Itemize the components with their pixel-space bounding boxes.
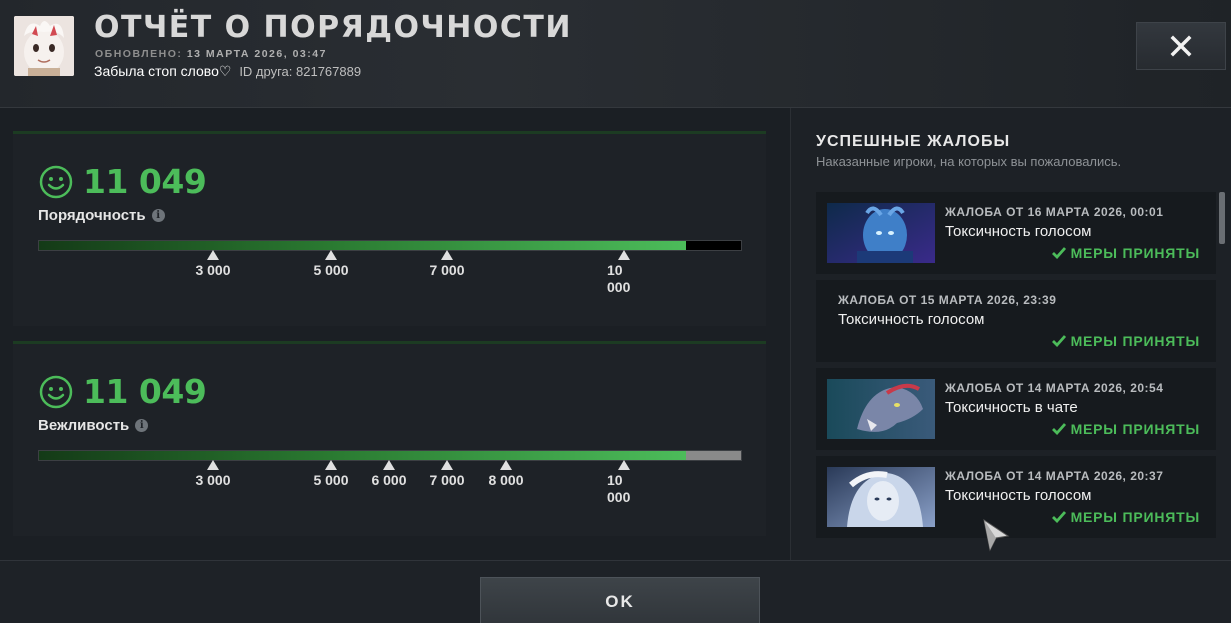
report-card[interactable]: ЖАЛОБА ОТ 14 МАРТА 2026, 20:54 Токсичнос… <box>816 368 1216 450</box>
conduct-tick: 7 000 <box>417 250 477 279</box>
politeness-tick: 7 000 <box>417 460 477 489</box>
checkmark-icon <box>1051 335 1066 347</box>
conduct-panel: 11 049 Порядочность i 3 000 5 000 7 000 … <box>13 131 766 326</box>
avatar[interactable] <box>14 16 74 76</box>
close-icon <box>1170 35 1192 57</box>
reports-subtitle: Наказанные игроки, на которых вы пожалов… <box>816 154 1122 169</box>
report-date: ЖАЛОБА ОТ 15 МАРТА 2026, 23:39 <box>838 293 1057 307</box>
checkmark-icon <box>1051 511 1066 523</box>
reports-panel: УСПЕШНЫЕ ЖАЛОБЫ Наказанные игроки, на ко… <box>790 108 1231 560</box>
report-reason: Токсичность голосом <box>945 223 1092 240</box>
politeness-tick: 5 000 <box>301 460 361 489</box>
politeness-label-row: Вежливость i <box>38 417 149 434</box>
report-status: МЕРЫ ПРИНЯТЫ <box>1051 421 1200 437</box>
conduct-bar-fill <box>39 241 686 250</box>
player-info: Забыла стоп слово♡ ID друга: 821767889 <box>94 63 361 80</box>
report-card[interactable]: ЖАЛОБА ОТ 16 МАРТА 2026, 00:01 Токсичнос… <box>816 192 1216 274</box>
politeness-panel: 11 049 Вежливость i 3 000 5 000 6 000 7 … <box>13 341 766 536</box>
updated-label: ОБНОВЛЕНО: <box>95 48 183 60</box>
updated-time: 13 МАРТА 2026, 03:47 <box>186 48 327 60</box>
report-card[interactable]: ЖАЛОБА ОТ 15 МАРТА 2026, 23:39 Токсичнос… <box>816 280 1216 362</box>
reports-title: УСПЕШНЫЕ ЖАЛОБЫ <box>816 133 1011 150</box>
politeness-tick: 10 000 <box>594 460 654 506</box>
smiley-icon <box>39 375 73 408</box>
conduct-score: 11 049 <box>83 162 207 201</box>
conduct-tick: 3 000 <box>183 250 243 279</box>
info-icon[interactable]: i <box>151 209 165 222</box>
politeness-score-row: 11 049 <box>39 372 207 411</box>
header: ОТЧЁТ О ПОРЯДОЧНОСТИ ОБНОВЛЕНО: 13 МАРТА… <box>0 0 1231 108</box>
report-status: МЕРЫ ПРИНЯТЫ <box>1051 333 1200 349</box>
player-nickname: Забыла стоп слово♡ <box>94 63 232 79</box>
checkmark-icon <box>1051 423 1066 435</box>
report-reason: Токсичность голосом <box>945 487 1092 504</box>
ok-button[interactable]: OK <box>480 577 760 623</box>
close-button[interactable] <box>1136 22 1226 70</box>
hero-portrait <box>827 467 935 527</box>
scrollbar[interactable] <box>1219 192 1225 244</box>
politeness-score: 11 049 <box>83 372 207 411</box>
politeness-tick: 3 000 <box>183 460 243 489</box>
conduct-tick: 5 000 <box>301 250 361 279</box>
report-date: ЖАЛОБА ОТ 14 МАРТА 2026, 20:54 <box>945 381 1164 395</box>
hero-portrait <box>827 203 935 263</box>
conduct-label: Порядочность <box>38 207 146 224</box>
info-icon[interactable]: i <box>135 419 149 432</box>
conduct-label-row: Порядочность i <box>38 207 165 224</box>
report-status: МЕРЫ ПРИНЯТЫ <box>1051 245 1200 261</box>
politeness-tick: 8 000 <box>476 460 536 489</box>
politeness-label: Вежливость <box>38 417 130 434</box>
smiley-icon <box>39 165 73 198</box>
report-date: ЖАЛОБА ОТ 14 МАРТА 2026, 20:37 <box>945 469 1164 483</box>
page-title: ОТЧЁТ О ПОРЯДОЧНОСТИ <box>94 10 572 45</box>
hero-portrait <box>827 379 935 439</box>
conduct-score-row: 11 049 <box>39 162 207 201</box>
updated-info: ОБНОВЛЕНО: 13 МАРТА 2026, 03:47 <box>95 48 327 60</box>
conduct-tick: 10 000 <box>594 250 654 296</box>
report-status: МЕРЫ ПРИНЯТЫ <box>1051 509 1200 525</box>
report-card[interactable]: ЖАЛОБА ОТ 14 МАРТА 2026, 20:37 Токсичнос… <box>816 456 1216 538</box>
politeness-bar-fill <box>39 451 686 460</box>
report-reason: Токсичность голосом <box>838 311 985 328</box>
mouse-cursor-icon <box>983 518 1010 552</box>
politeness-tick: 6 000 <box>359 460 419 489</box>
friend-id: ID друга: 821767889 <box>239 64 362 79</box>
report-reason: Токсичность в чате <box>945 399 1078 416</box>
report-date: ЖАЛОБА ОТ 16 МАРТА 2026, 00:01 <box>945 205 1164 219</box>
checkmark-icon <box>1051 247 1066 259</box>
